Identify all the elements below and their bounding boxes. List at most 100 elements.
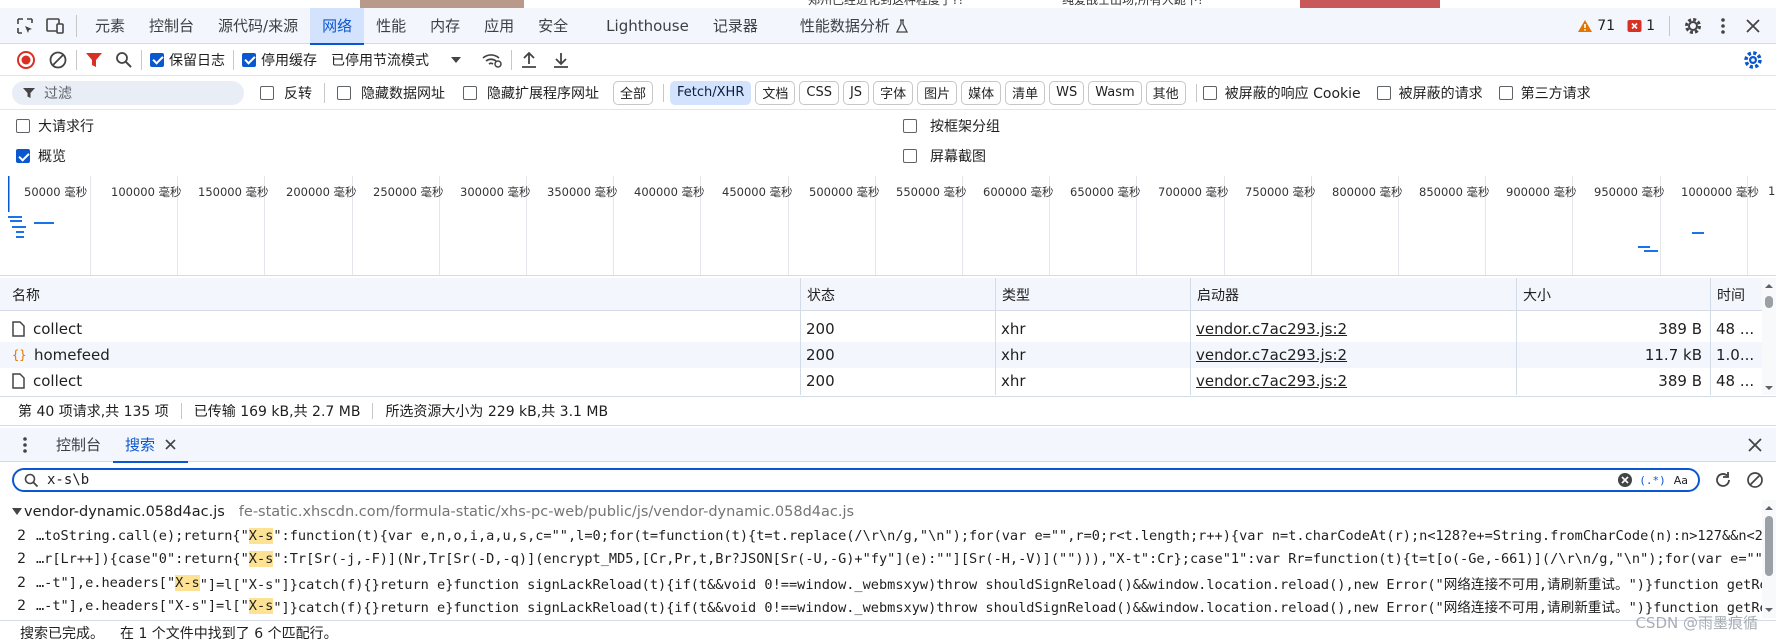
divider bbox=[372, 403, 374, 419]
type-filter-other[interactable]: 其他 bbox=[1145, 80, 1186, 105]
search-field[interactable]: (.*) Aa bbox=[12, 468, 1700, 492]
third-party-checkbox[interactable] bbox=[1498, 85, 1513, 100]
regex-toggle-button[interactable]: (.*) bbox=[1639, 474, 1666, 487]
search-summary-text: 在 1 个文件中找到了 6 个匹配行。 bbox=[120, 625, 338, 642]
match-pre: …-t"],e.headers[" bbox=[36, 574, 176, 591]
match-highlight: X-s bbox=[175, 574, 200, 591]
type-filter-all[interactable]: 全部 bbox=[613, 80, 654, 105]
type-filter-wasm[interactable]: Wasm bbox=[1088, 80, 1142, 105]
invert-checkbox[interactable] bbox=[260, 85, 274, 100]
request-name: homefeed bbox=[34, 346, 110, 364]
upload-icon[interactable] bbox=[520, 51, 538, 69]
divider bbox=[76, 49, 77, 70]
column-size[interactable]: 大小 bbox=[1516, 278, 1710, 311]
hide-data-urls-checkbox[interactable] bbox=[337, 85, 351, 100]
disable-cache-checkbox[interactable] bbox=[242, 52, 256, 67]
search-input[interactable] bbox=[47, 472, 1618, 488]
request-status: 200 bbox=[806, 372, 835, 390]
blocked-requests-checkbox[interactable] bbox=[1376, 85, 1391, 100]
table-row[interactable]: collect 200 xhr vendor.c7ac293.js:2 389 … bbox=[0, 316, 1762, 342]
table-row[interactable]: collect 200 xhr vendor.c7ac293.js:2 389 … bbox=[0, 368, 1762, 394]
result-match-line[interactable]: 2 …-t"],e.headers["X-s"]=l["X-s"]}catch(… bbox=[0, 595, 1762, 619]
tab-sources[interactable]: 源代码/来源 bbox=[206, 8, 310, 44]
column-status[interactable]: 状态 bbox=[800, 278, 995, 311]
error-count[interactable]: 1 bbox=[1646, 18, 1655, 34]
match-case-button[interactable]: Aa bbox=[1674, 474, 1688, 487]
triangle-down-icon[interactable] bbox=[12, 508, 22, 516]
type-filter-font[interactable]: 字体 bbox=[873, 80, 914, 105]
close-drawer-icon[interactable] bbox=[1748, 437, 1762, 452]
result-match-line[interactable]: 2 …toString.call(e);return{" X-s ":functio… bbox=[0, 524, 1762, 548]
column-initiator[interactable]: 启动器 bbox=[1190, 278, 1516, 311]
inspect-element-icon[interactable] bbox=[10, 8, 40, 44]
type-filter-doc[interactable]: 文档 bbox=[755, 80, 796, 105]
results-scrollbar[interactable] bbox=[1762, 500, 1776, 618]
tab-recorder[interactable]: 记录器 bbox=[701, 8, 770, 44]
tab-performance[interactable]: 性能 bbox=[364, 8, 418, 44]
tab-application[interactable]: 应用 bbox=[472, 8, 526, 44]
throttle-select[interactable]: 已停用节流模式 bbox=[331, 50, 429, 70]
tab-network[interactable]: 网络 bbox=[310, 7, 365, 45]
clear-search-icon[interactable] bbox=[1617, 472, 1633, 488]
request-initiator-link[interactable]: vendor.c7ac293.js:2 bbox=[1190, 342, 1516, 368]
preserve-log-checkbox[interactable] bbox=[150, 52, 164, 67]
group-by-frame-checkbox[interactable] bbox=[903, 119, 917, 133]
type-filter-fetch-xhr[interactable]: Fetch/XHR bbox=[670, 80, 752, 105]
more-vert-icon[interactable] bbox=[1708, 8, 1738, 44]
column-type[interactable]: 类型 bbox=[995, 278, 1190, 311]
close-icon[interactable] bbox=[1738, 8, 1768, 44]
warning-icon[interactable] bbox=[1577, 19, 1593, 33]
type-filter-ws[interactable]: WS bbox=[1049, 80, 1085, 105]
type-filter-js[interactable]: JS bbox=[842, 80, 870, 105]
timeline-overview[interactable]: 50000 毫秒 100000 毫秒 150000 毫秒 200000 毫秒 25000… bbox=[0, 176, 1776, 276]
gear-icon[interactable] bbox=[1678, 8, 1708, 44]
drawer-tab-search[interactable]: 搜索 bbox=[113, 428, 189, 463]
type-filter-css[interactable]: CSS bbox=[799, 80, 839, 105]
request-size: 11.7 kB bbox=[1644, 346, 1702, 364]
result-file-path: fe-static.xhscdn.com/formula-static/xhs-… bbox=[238, 504, 855, 520]
close-tab-icon[interactable] bbox=[165, 439, 176, 450]
type-filter-media[interactable]: 媒体 bbox=[961, 80, 1002, 105]
record-stop-icon[interactable] bbox=[16, 50, 36, 70]
blocked-cookies-checkbox[interactable] bbox=[1202, 85, 1217, 100]
type-filter-manifest[interactable]: 清单 bbox=[1005, 80, 1046, 105]
request-initiator-link[interactable]: vendor.c7ac293.js:2 bbox=[1190, 368, 1516, 394]
hide-extension-urls-checkbox[interactable] bbox=[463, 85, 477, 100]
warning-count[interactable]: 71 bbox=[1597, 18, 1615, 34]
filter-input[interactable]: 过滤 bbox=[12, 80, 244, 105]
preserve-log-label: 保留日志 bbox=[169, 52, 225, 69]
network-settings-gear-icon[interactable] bbox=[1742, 49, 1764, 71]
request-initiator-link[interactable]: vendor.c7ac293.js:2 bbox=[1190, 316, 1516, 342]
clear-results-icon[interactable] bbox=[1746, 471, 1764, 489]
clear-icon[interactable] bbox=[48, 50, 68, 70]
type-filter-img[interactable]: 图片 bbox=[917, 80, 958, 105]
tab-memory[interactable]: 内存 bbox=[418, 8, 472, 44]
result-file-header[interactable]: vendor-dynamic.058d4ac.js fe-static.xhsc… bbox=[0, 500, 1762, 524]
result-match-line[interactable]: 2 …r[Lr++]){case"0":return{" X-s ":Tr[Sr(-… bbox=[0, 548, 1762, 572]
column-time[interactable]: 时间 bbox=[1710, 278, 1762, 311]
caret-down-icon[interactable] bbox=[451, 56, 461, 63]
refresh-icon[interactable] bbox=[1714, 471, 1732, 489]
tab-elements[interactable]: 元素 bbox=[83, 8, 137, 44]
drawer-menu-icon[interactable] bbox=[18, 436, 32, 454]
table-scrollbar[interactable] bbox=[1762, 278, 1776, 395]
result-match-line[interactable]: 2 …-t"],e.headers["X-s"]=l["X-s"]}catch(… bbox=[0, 571, 1762, 595]
screenshots-checkbox[interactable] bbox=[903, 149, 917, 163]
download-icon[interactable] bbox=[552, 51, 570, 69]
request-size: 389 B bbox=[1658, 372, 1702, 390]
invert-label: 反转 bbox=[284, 85, 312, 102]
error-icon[interactable] bbox=[1627, 19, 1642, 33]
tab-lighthouse[interactable]: Lighthouse bbox=[594, 8, 701, 44]
tab-security[interactable]: 安全 bbox=[526, 8, 580, 44]
tab-performance-insights[interactable]: 性能数据分析 bbox=[788, 8, 920, 44]
search-icon[interactable] bbox=[115, 51, 133, 69]
column-name[interactable]: 名称 bbox=[0, 278, 800, 311]
network-conditions-icon[interactable] bbox=[481, 51, 503, 69]
tab-console[interactable]: 控制台 bbox=[137, 8, 206, 44]
device-toolbar-icon[interactable] bbox=[40, 8, 70, 44]
filter-icon[interactable] bbox=[85, 51, 103, 69]
table-row[interactable]: {} homefeed 200 xhr vendor.c7ac293.js:2 … bbox=[0, 342, 1762, 368]
big-rows-checkbox[interactable] bbox=[16, 119, 30, 133]
drawer-tab-console[interactable]: 控制台 bbox=[44, 428, 113, 462]
overview-checkbox[interactable] bbox=[16, 149, 30, 163]
